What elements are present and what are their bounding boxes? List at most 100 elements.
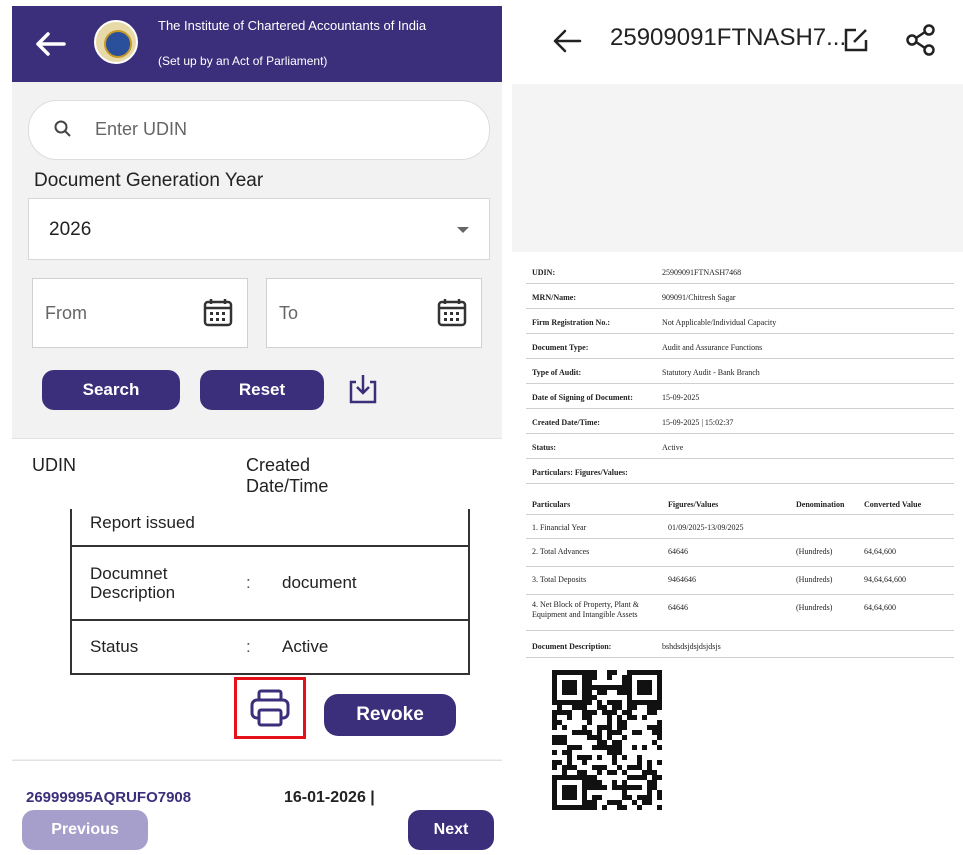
- doc-field-row: UDIN: 25909091FTNASH7468: [526, 262, 954, 284]
- particulars-cell: 94,64,64,600: [864, 575, 906, 584]
- preview-blank-area: [512, 84, 963, 252]
- particulars-header-cell: Figures/Values: [668, 500, 719, 509]
- doc-field-value: bshdsdsjdsjdsjdsjs: [662, 642, 721, 651]
- doc-field-row: Firm Registration No.: Not Applicable/Ind…: [526, 312, 954, 334]
- description-row: Document Description: bshdsdsjdsjdsjdsjs: [526, 636, 954, 658]
- doc-field-key: Firm Registration No.:: [532, 318, 610, 327]
- reset-button[interactable]: Reset: [200, 370, 324, 410]
- particulars-row: 4. Net Block of Property, Plant & Equipm…: [526, 596, 954, 631]
- year-select[interactable]: 2026: [28, 198, 490, 260]
- table-header: UDIN Created Date/Time: [12, 438, 502, 510]
- doc-field-row: Particulars: Figures/Values:: [526, 462, 954, 484]
- doc-field-row: Date of Signing of Document: 15-09-2025: [526, 387, 954, 409]
- calendar-icon[interactable]: [437, 297, 467, 327]
- status-value: Active: [282, 637, 329, 656]
- to-date-field[interactable]: To: [266, 278, 482, 348]
- doc-field-key: Created Date/Time:: [532, 418, 600, 427]
- from-label: From: [45, 303, 87, 323]
- header-subtitle: (Set up by an Act of Parliament): [158, 54, 328, 68]
- print-button[interactable]: [234, 677, 306, 739]
- particulars-header-cell: Particulars: [532, 500, 571, 509]
- udin-search-input[interactable]: Enter UDIN: [28, 100, 490, 160]
- previous-button[interactable]: Previous: [22, 810, 148, 850]
- particulars-row: 3. Total Deposits 9464646 (Hundreds) 94,64,…: [526, 568, 954, 595]
- doc-field-value: 909091/Chitresh Sagar: [662, 293, 736, 302]
- particulars-cell: 2. Total Advances: [532, 547, 590, 556]
- colon: :: [246, 573, 251, 592]
- status-row: Status : Active: [70, 621, 470, 675]
- doc-field-value: Not Applicable/Individual Capacity: [662, 318, 777, 327]
- doc-field-value: Audit and Assurance Functions: [662, 343, 763, 352]
- from-date-field[interactable]: From: [32, 278, 248, 348]
- to-label: To: [279, 303, 299, 323]
- particulars-cell: 64646: [668, 547, 688, 556]
- udin-list-screen: The Institute of Chartered Accountants o…: [12, 6, 502, 854]
- particulars-cell: 64,64,600: [864, 603, 896, 612]
- particulars-cell: 4. Net Block of Property, Plant & Equipm…: [532, 600, 640, 619]
- created-date: 16-01-2026 |: [284, 789, 375, 806]
- particulars-header-row: Particulars Figures/Values Denomination Con…: [526, 492, 954, 515]
- doc-field-value: Active: [662, 443, 684, 452]
- particulars-row: 1. Financial Year 01/09/2025-13/09/2025: [526, 516, 954, 539]
- doc-field-key: Date of Signing of Document:: [532, 393, 633, 402]
- particulars-row: 2. Total Advances 64646 (Hundreds) 64,64,60…: [526, 540, 954, 567]
- download-icon[interactable]: [346, 372, 380, 406]
- report-issued-row: Report issued: [70, 509, 470, 547]
- particulars-cell: 01/09/2025-13/09/2025: [668, 523, 744, 532]
- doc-field-key: Document Description:: [532, 642, 612, 651]
- particulars-cell: 64646: [668, 603, 688, 612]
- colon: :: [246, 637, 251, 656]
- created-column-header: Created Date/Time: [246, 455, 329, 496]
- revoke-button[interactable]: Revoke: [324, 694, 456, 736]
- search-icon: [54, 120, 71, 137]
- document-preview: UDIN: 25909091FTNASH7468 MRN/Name: 909091/C…: [526, 262, 954, 822]
- search-button[interactable]: Search: [42, 370, 180, 410]
- calendar-icon[interactable]: [203, 297, 233, 327]
- qr-code: [552, 670, 662, 810]
- particulars-cell: 9464646: [668, 575, 696, 584]
- particulars-header-cell: Denomination: [796, 500, 845, 509]
- year-label: Document Generation Year: [34, 170, 264, 191]
- doc-field-row: Created Date/Time: 15-09-2025 | 15:02:37: [526, 412, 954, 434]
- doc-field-value: 15-09-2025 | 15:02:37: [662, 418, 734, 427]
- preview-title: 25909091FTNASH7...: [610, 24, 847, 51]
- doc-field-key: Status:: [532, 443, 557, 452]
- year-value: 2026: [49, 219, 92, 240]
- doc-field-row: MRN/Name: 909091/Chitresh Sagar: [526, 287, 954, 309]
- particulars-cell: (Hundreds): [796, 575, 833, 584]
- preview-toolbar: 25909091FTNASH7...: [512, 0, 963, 84]
- edit-icon[interactable]: [842, 26, 870, 54]
- particulars-cell: 64,64,600: [864, 547, 896, 556]
- next-button[interactable]: Next: [408, 810, 494, 850]
- description-key: Documnet Description: [90, 564, 176, 602]
- doc-field-value: 25909091FTNASH7468: [662, 268, 742, 277]
- description-value: document: [282, 573, 357, 592]
- particulars-cell: (Hundreds): [796, 547, 833, 556]
- share-icon[interactable]: [906, 24, 936, 56]
- doc-field-value: Statutory Audit - Bank Branch: [662, 368, 760, 377]
- icai-logo: [94, 20, 138, 64]
- doc-field-key: Document Type:: [532, 343, 589, 352]
- print-icon: [250, 689, 290, 727]
- doc-field-value: 15-09-2025: [662, 393, 700, 402]
- description-row: Documnet Description : document: [70, 547, 470, 621]
- back-arrow-icon[interactable]: [34, 30, 66, 58]
- udin-link[interactable]: 26999995AQRUFO7908: [26, 789, 191, 806]
- particulars-cell: (Hundreds): [796, 603, 833, 612]
- search-placeholder: Enter UDIN: [95, 119, 188, 139]
- particulars-header-cell: Converted Value: [864, 500, 922, 509]
- doc-field-row: Type of Audit: Statutory Audit - Bank Bra…: [526, 362, 954, 384]
- back-arrow-icon[interactable]: [552, 28, 582, 54]
- app-header: The Institute of Chartered Accountants o…: [12, 6, 502, 82]
- doc-field-key: Particulars: Figures/Values:: [532, 468, 628, 477]
- dropdown-arrow-icon: [457, 227, 469, 233]
- particulars-cell: 1. Financial Year: [532, 523, 587, 532]
- doc-field-row: Status: Active: [526, 437, 954, 459]
- status-key: Status: [90, 637, 139, 656]
- doc-field-row: Document Type: Audit and Assurance Functi…: [526, 337, 954, 359]
- document-preview-screen: 25909091FTNASH7... UDIN: 25909091FTNASH74…: [512, 0, 963, 855]
- particulars-cell: 3. Total Deposits: [532, 575, 587, 584]
- doc-field-key: Type of Audit:: [532, 368, 582, 377]
- doc-field-key: UDIN:: [532, 268, 556, 277]
- header-title: The Institute of Chartered Accountants o…: [158, 18, 427, 33]
